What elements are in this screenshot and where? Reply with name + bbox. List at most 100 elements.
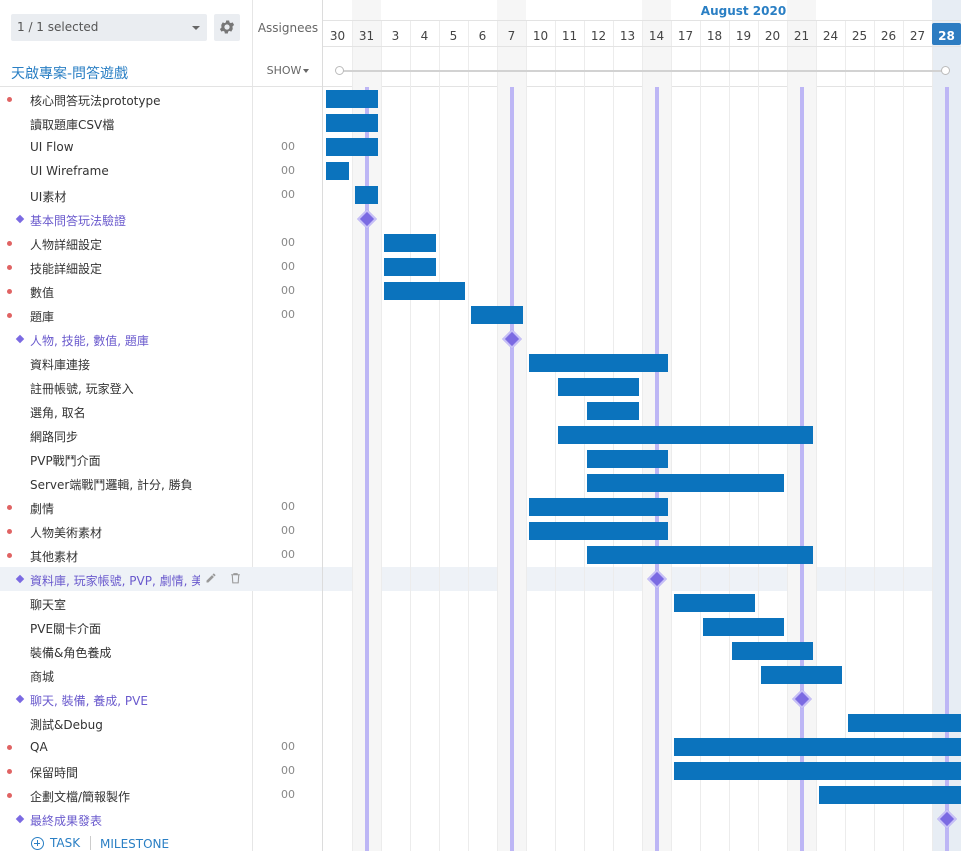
milestone-line [799, 87, 804, 851]
range-end-handle[interactable] [941, 66, 950, 75]
task-bar[interactable] [529, 522, 669, 540]
milestone-line [654, 87, 659, 851]
assignee-value[interactable]: 00 [253, 236, 323, 249]
day-label: 12 [590, 29, 607, 43]
task-bar[interactable] [674, 762, 961, 780]
show-dropdown[interactable]: SHOW [253, 64, 323, 77]
milestone-line [944, 87, 949, 851]
task-bar[interactable] [732, 642, 814, 660]
task-name: Server端戰鬥邏輯, 計分, 勝負 [30, 478, 193, 492]
task-bar[interactable] [558, 378, 640, 396]
task-name: 數值 [30, 286, 55, 300]
assignee-value[interactable]: 00 [253, 284, 323, 297]
add-task-label: TASK [50, 836, 81, 850]
add-task-button[interactable]: TASK [31, 836, 80, 850]
task-bar[interactable] [587, 474, 785, 492]
priority-dot-icon [7, 313, 12, 318]
task-bar[interactable] [587, 402, 640, 420]
task-name: PVP戰鬥介面 [30, 454, 101, 468]
day-gridline [497, 21, 498, 851]
priority-dot-icon [7, 553, 12, 558]
assignee-value[interactable]: 00 [253, 500, 323, 513]
task-bar[interactable] [674, 738, 961, 756]
task-name: QA [30, 740, 48, 754]
task-name: 網路同步 [30, 430, 79, 444]
day-label: 31 [358, 29, 375, 43]
milestone-name: 人物, 技能, 數值, 題庫 [30, 334, 149, 348]
task-bar[interactable] [355, 186, 379, 204]
task-name: 其他素材 [30, 550, 79, 564]
day-header-divider [323, 46, 961, 47]
day-gridline [439, 21, 440, 851]
add-milestone-button[interactable]: MILESTONE [100, 837, 169, 851]
task-bar[interactable] [761, 666, 843, 684]
task-bar[interactable] [848, 714, 961, 732]
assignee-value[interactable]: 00 [253, 740, 323, 753]
priority-dot-icon [7, 289, 12, 294]
day-label: 5 [449, 29, 458, 43]
task-bar[interactable] [326, 90, 379, 108]
task-name: UI素材 [30, 190, 67, 204]
month-label: August 2020 [700, 4, 787, 18]
task-name: 技能詳細設定 [30, 262, 103, 276]
task-name: UI Flow [30, 140, 74, 154]
day-label: 4 [420, 29, 429, 43]
task-bar[interactable] [529, 354, 669, 372]
task-bar[interactable] [384, 234, 437, 252]
milestone-name: 最終成果發表 [30, 814, 103, 828]
assignee-value[interactable]: 00 [253, 764, 323, 777]
day-label: 7 [507, 29, 516, 43]
task-bar[interactable] [471, 306, 524, 324]
project-title[interactable]: 天啟專案-問答遊戲 [11, 63, 128, 83]
task-name: 裝備&角色養成 [30, 646, 112, 660]
assignee-value[interactable]: 00 [253, 788, 323, 801]
assignee-value[interactable]: 00 [253, 164, 323, 177]
priority-dot-icon [7, 769, 12, 774]
assignee-value[interactable]: 00 [253, 260, 323, 273]
task-name: 企劃文檔/簡報製作 [30, 790, 131, 804]
priority-dot-icon [7, 793, 12, 798]
timeline-divider [322, 0, 323, 851]
task-name: 題庫 [30, 310, 55, 324]
task-name: 劇情 [30, 502, 55, 516]
assignee-value[interactable]: 00 [253, 140, 323, 153]
assignee-value[interactable]: 00 [253, 524, 323, 537]
day-label: 19 [735, 29, 752, 43]
assignee-value[interactable]: 00 [253, 188, 323, 201]
settings-button[interactable] [214, 14, 240, 41]
milestone-name: 基本問答玩法驗證 [30, 214, 127, 228]
task-bar[interactable] [703, 618, 785, 636]
task-bar[interactable] [529, 498, 669, 516]
milestone-diamond-icon [15, 214, 25, 224]
task-bar[interactable] [326, 138, 379, 156]
task-bar[interactable] [558, 426, 814, 444]
trash-icon[interactable] [229, 571, 242, 588]
task-name: UI Wireframe [30, 164, 109, 178]
range-start-handle[interactable] [335, 66, 344, 75]
date-range-slider[interactable] [339, 70, 946, 72]
assignee-value[interactable]: 00 [253, 308, 323, 321]
day-gridline [845, 21, 846, 851]
milestone-line [509, 87, 514, 851]
filter-label: 1 / 1 selected [17, 20, 99, 34]
task-bar[interactable] [326, 114, 379, 132]
day-gridline [468, 21, 469, 851]
task-bar[interactable] [326, 162, 350, 180]
task-bar[interactable] [384, 282, 466, 300]
task-bar[interactable] [384, 258, 437, 276]
day-label: 10 [532, 29, 549, 43]
day-label: 20 [764, 29, 781, 43]
task-bar[interactable] [587, 450, 669, 468]
day-label: 14 [648, 29, 665, 43]
day-label: 27 [909, 29, 926, 43]
task-bar[interactable] [674, 594, 756, 612]
task-name: 聊天室 [30, 598, 67, 612]
assignee-value[interactable]: 00 [253, 548, 323, 561]
selection-filter-dropdown[interactable]: 1 / 1 selected [11, 14, 207, 41]
task-bar[interactable] [819, 786, 961, 804]
milestone-diamond-icon [15, 814, 25, 824]
day-label: 25 [851, 29, 868, 43]
pencil-icon[interactable] [205, 572, 217, 587]
task-bar[interactable] [587, 546, 814, 564]
gear-icon [219, 20, 235, 34]
